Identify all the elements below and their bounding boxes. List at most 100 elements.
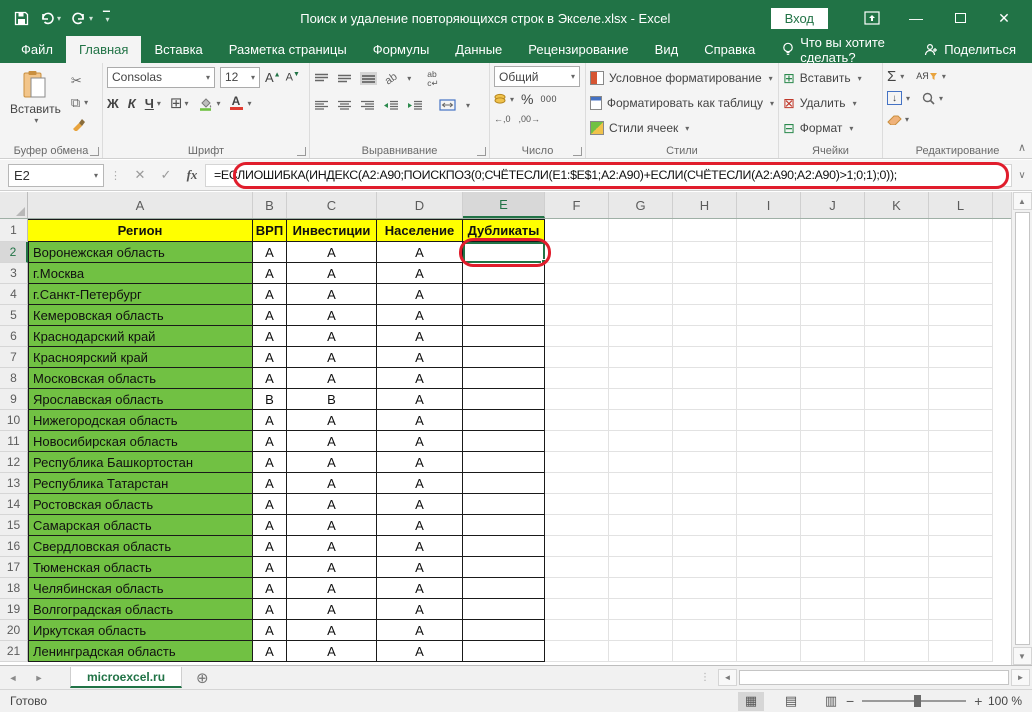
column-header-B[interactable]: B [253, 192, 287, 218]
empty-cell[interactable] [801, 368, 865, 389]
population-cell[interactable]: А [377, 389, 463, 410]
add-sheet-button[interactable]: ⊕ [196, 669, 209, 687]
empty-cell[interactable] [929, 473, 993, 494]
row-header-7[interactable]: 7 [0, 347, 28, 368]
investment-cell[interactable]: А [287, 347, 377, 368]
normal-view-button[interactable]: ▦ [738, 691, 764, 711]
header-cell-Население[interactable]: Население [377, 219, 463, 242]
currency-button[interactable] [494, 93, 508, 105]
investment-cell[interactable]: А [287, 599, 377, 620]
region-cell[interactable]: Нижегородская область [28, 410, 253, 431]
investment-cell[interactable]: А [287, 578, 377, 599]
page-break-view-button[interactable]: ▥ [818, 692, 844, 711]
empty-cell[interactable] [545, 557, 609, 578]
empty-cell[interactable] [865, 473, 929, 494]
maximize-button[interactable] [938, 3, 982, 33]
empty-cell[interactable] [609, 452, 673, 473]
investment-cell[interactable]: А [287, 326, 377, 347]
row-header-8[interactable]: 8 [0, 368, 28, 389]
tab-Данные[interactable]: Данные [442, 36, 515, 63]
empty-cell[interactable] [865, 242, 929, 263]
empty-cell[interactable] [801, 284, 865, 305]
sign-in-button[interactable]: Вход [770, 7, 828, 29]
empty-cell[interactable] [929, 641, 993, 662]
empty-cell[interactable] [929, 242, 993, 263]
empty-cell[interactable] [929, 410, 993, 431]
investment-cell[interactable]: А [287, 368, 377, 389]
investment-cell[interactable]: А [287, 452, 377, 473]
empty-cell[interactable] [673, 599, 737, 620]
empty-cell[interactable] [801, 431, 865, 452]
empty-cell[interactable] [737, 536, 801, 557]
format-cells-button[interactable]: ⊟ Формат ▾ [783, 118, 878, 138]
empty-cell[interactable] [609, 515, 673, 536]
empty-cell[interactable] [609, 284, 673, 305]
vrp-cell[interactable]: А [253, 326, 287, 347]
duplicate-cell[interactable] [463, 473, 545, 494]
increase-decimal-button[interactable]: ←,0 [494, 114, 511, 124]
region-cell[interactable]: Республика Башкортостан [28, 452, 253, 473]
empty-cell[interactable] [865, 620, 929, 641]
empty-cell[interactable] [545, 494, 609, 515]
vrp-cell[interactable]: А [253, 242, 287, 263]
column-header-G[interactable]: G [609, 192, 673, 218]
enter-button[interactable]: ✓ [153, 167, 179, 183]
empty-cell[interactable] [865, 284, 929, 305]
row-header-9[interactable]: 9 [0, 389, 28, 410]
empty-cell[interactable] [865, 368, 929, 389]
vrp-cell[interactable]: А [253, 641, 287, 662]
hscroll-left-button[interactable]: ◄ [718, 669, 737, 686]
empty-cell[interactable] [609, 368, 673, 389]
empty-cell[interactable] [545, 578, 609, 599]
empty-cell[interactable] [545, 431, 609, 452]
empty-cell[interactable] [609, 347, 673, 368]
empty-cell[interactable] [801, 452, 865, 473]
empty-cell[interactable] [609, 305, 673, 326]
empty-cell[interactable] [737, 452, 801, 473]
empty-cell[interactable] [801, 557, 865, 578]
empty-cell[interactable] [737, 284, 801, 305]
undo-button[interactable]: ▾ [39, 11, 61, 25]
region-cell[interactable]: Красноярский край [28, 347, 253, 368]
empty-cell[interactable] [737, 515, 801, 536]
font-dialog-launcher[interactable] [297, 147, 306, 156]
empty-cell[interactable] [929, 515, 993, 536]
duplicate-cell[interactable] [463, 599, 545, 620]
tab-Рецензирование[interactable]: Рецензирование [515, 36, 641, 63]
empty-cell[interactable] [929, 305, 993, 326]
horizontal-scroll-thumb[interactable] [739, 670, 1009, 685]
merge-center-button[interactable] [439, 99, 456, 111]
empty-cell[interactable] [609, 536, 673, 557]
empty-cell[interactable] [673, 242, 737, 263]
region-cell[interactable]: Челябинская область [28, 578, 253, 599]
empty-cell[interactable] [545, 452, 609, 473]
sort-filter-button[interactable]: АЯ [916, 71, 938, 81]
empty-cell[interactable] [801, 326, 865, 347]
empty-cell[interactable] [801, 620, 865, 641]
row-header-21[interactable]: 21 [0, 641, 28, 662]
sheet-tab-microexcel[interactable]: microexcel.ru [70, 667, 183, 688]
empty-cell[interactable] [737, 242, 801, 263]
zoom-slider[interactable] [862, 695, 967, 707]
population-cell[interactable]: А [377, 578, 463, 599]
font-name-combo[interactable]: Consolas ▾ [107, 66, 215, 88]
empty-cell[interactable] [673, 536, 737, 557]
empty-cell[interactable] [865, 410, 929, 431]
investment-cell[interactable]: А [287, 641, 377, 662]
vrp-cell[interactable]: А [253, 557, 287, 578]
header-cell-Инвестиции[interactable]: Инвестиции [287, 219, 377, 242]
vrp-cell[interactable]: А [253, 536, 287, 557]
select-all-corner[interactable] [0, 192, 28, 218]
clear-button[interactable] [887, 114, 902, 125]
region-cell[interactable]: Ростовская область [28, 494, 253, 515]
empty-cell[interactable] [801, 305, 865, 326]
splitter-dots-icon[interactable]: ⋮ [700, 672, 710, 683]
scroll-up-button[interactable]: ▲ [1012, 192, 1032, 210]
scroll-down-button[interactable]: ▼ [1012, 647, 1032, 665]
increase-indent-icon[interactable] [407, 100, 423, 111]
empty-cell[interactable] [545, 263, 609, 284]
header-cell-ВРП[interactable]: ВРП [253, 219, 287, 242]
empty-cell[interactable] [865, 347, 929, 368]
orientation-button[interactable]: ab [383, 70, 400, 87]
duplicate-cell[interactable] [463, 557, 545, 578]
